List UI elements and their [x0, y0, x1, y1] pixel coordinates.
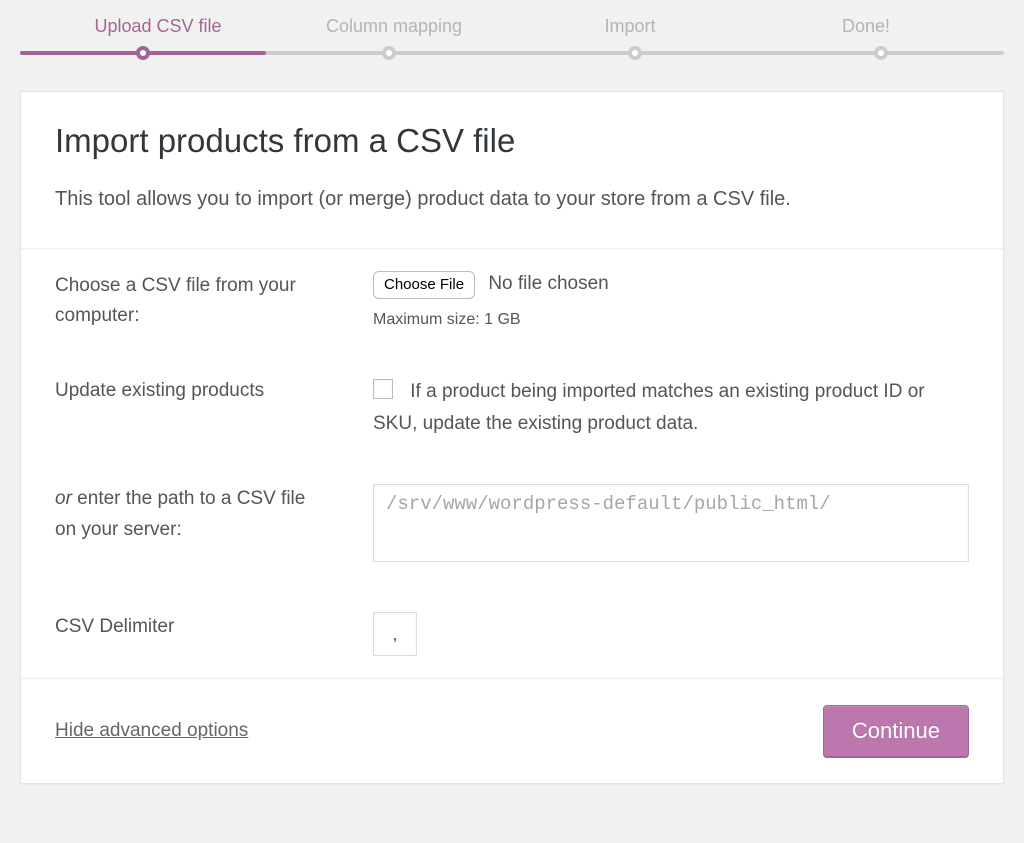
update-existing-checkbox[interactable] — [373, 379, 393, 399]
step-import: Import — [512, 16, 748, 37]
choose-file-status: No file chosen — [488, 273, 608, 294]
stepper-dot-2 — [382, 46, 396, 60]
form-table: Choose a CSV file from your computer: Ch… — [21, 248, 1003, 678]
stepper-dot-3 — [628, 46, 642, 60]
server-path-label: or enter the path to a CSV file on your … — [21, 462, 339, 590]
import-card: Import products from a CSV file This too… — [20, 91, 1004, 784]
row-delimiter: CSV Delimiter — [21, 590, 1003, 678]
page-subtitle: This tool allows you to import (or merge… — [55, 184, 969, 214]
delimiter-input[interactable] — [373, 612, 417, 656]
server-path-prefix: or — [55, 488, 72, 509]
continue-button[interactable]: Continue — [823, 705, 969, 757]
choose-file-button[interactable]: Choose File — [373, 271, 475, 299]
choose-file-label: Choose a CSV file from your computer: — [21, 249, 339, 354]
card-footer: Hide advanced options Continue — [21, 678, 1003, 783]
delimiter-label: CSV Delimiter — [21, 590, 339, 678]
row-choose-file: Choose a CSV file from your computer: Ch… — [21, 249, 1003, 354]
stepper-labels: Upload CSV file Column mapping Import Do… — [0, 16, 1024, 37]
update-existing-label: Update existing products — [21, 354, 339, 463]
max-size-text: Maximum size: 1 GB — [373, 311, 969, 329]
step-column-mapping: Column mapping — [276, 16, 512, 37]
hide-advanced-link[interactable]: Hide advanced options — [55, 720, 248, 742]
stepper-track — [20, 51, 1004, 55]
stepper-dot-1 — [136, 46, 150, 60]
row-update-existing: Update existing products If a product be… — [21, 354, 1003, 463]
page-title: Import products from a CSV file — [55, 122, 969, 160]
server-path-rest: enter the path to a CSV file on your ser… — [55, 488, 305, 539]
progress-stepper: Upload CSV file Column mapping Import Do… — [0, 0, 1024, 91]
update-existing-help: If a product being imported matches an e… — [373, 381, 925, 434]
row-server-path: or enter the path to a CSV file on your … — [21, 462, 1003, 590]
step-done: Done! — [748, 16, 984, 37]
stepper-dot-4 — [874, 46, 888, 60]
card-header: Import products from a CSV file This too… — [21, 92, 1003, 248]
step-upload: Upload CSV file — [40, 16, 276, 37]
server-path-input[interactable] — [373, 484, 969, 562]
